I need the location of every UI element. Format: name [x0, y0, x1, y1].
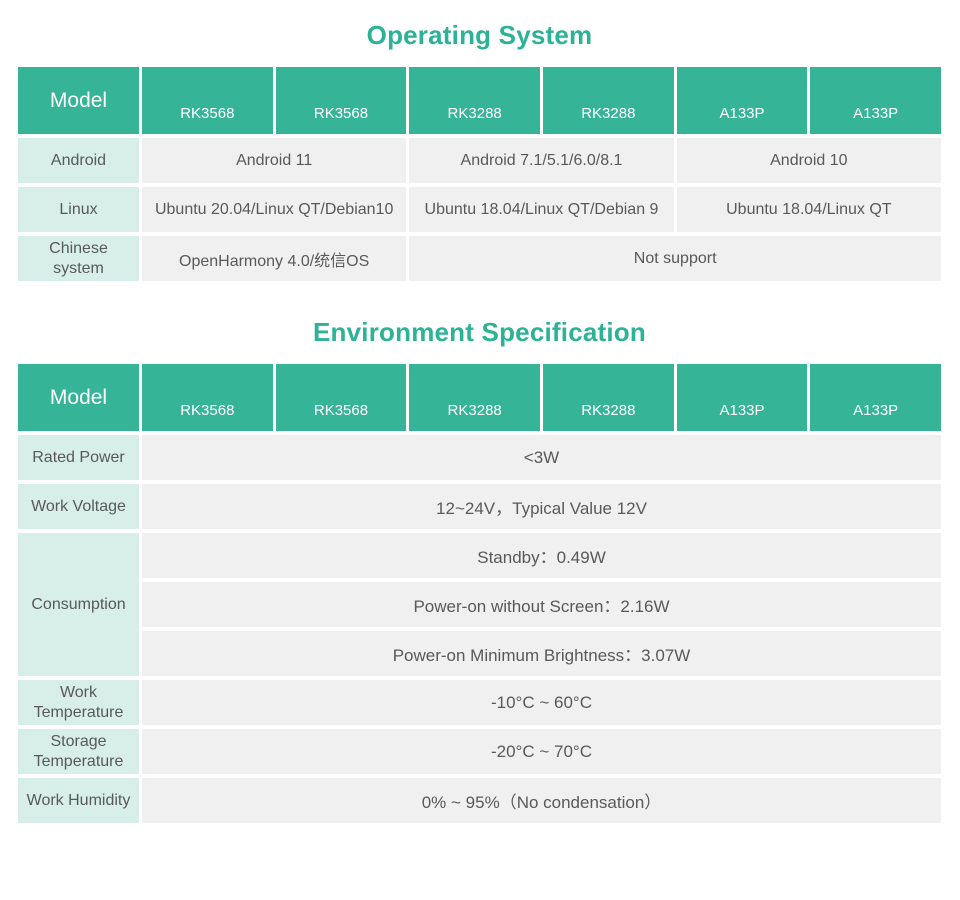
os-cell-linux-rk3288: Ubuntu 18.04/Linux QT/Debian 9 [409, 187, 673, 232]
env-header-col-rk3288-2: RK3288 [543, 364, 674, 431]
os-header-model-cell: Model [18, 67, 139, 134]
os-header-col-a133p-1: A133P [677, 67, 808, 134]
env-header-col-a133p-2: A133P [810, 364, 941, 431]
os-row-label-chinese-system: Chinese system [18, 236, 139, 281]
env-cell-work-voltage: 12~24V，Typical Value 12V [142, 484, 941, 529]
env-header-col-rk3568-2: RK3568 [276, 364, 407, 431]
env-header-col-rk3288-1: RK3288 [409, 364, 540, 431]
env-header-col-rk3568-1: RK3568 [142, 364, 273, 431]
env-cell-consumption-standby: Standby：0.49W [142, 533, 941, 578]
env-header-model-cell: Model [18, 364, 139, 431]
env-row-label-work-voltage: Work Voltage [18, 484, 139, 529]
os-cell-linux-rk3568: Ubuntu 20.04/Linux QT/Debian10 [142, 187, 406, 232]
os-row-label-android: Android [18, 138, 139, 183]
environment-specification-title: Environment Specification [18, 317, 941, 348]
env-cell-work-temperature: -10°C ~ 60°C [142, 680, 941, 725]
os-header-col-rk3288-1: RK3288 [409, 67, 540, 134]
os-cell-android-a133p: Android 10 [677, 138, 941, 183]
os-row-label-linux: Linux [18, 187, 139, 232]
spec-sheet-page: Operating System Model RK3568 RK3568 RK3… [0, 0, 960, 823]
operating-system-title: Operating System [18, 20, 941, 51]
env-row-label-work-temperature: Work Temperature [18, 680, 139, 725]
environment-specification-table: Model RK3568 RK3568 RK3288 RK3288 A133P … [18, 364, 941, 823]
os-cell-android-rk3568: Android 11 [142, 138, 406, 183]
env-cell-consumption-minimum-brightness: Power-on Minimum Brightness：3.07W [142, 631, 941, 676]
os-header-col-rk3568-1: RK3568 [142, 67, 273, 134]
os-header-col-rk3568-2: RK3568 [276, 67, 407, 134]
os-cell-linux-a133p: Ubuntu 18.04/Linux QT [677, 187, 941, 232]
env-row-label-rated-power: Rated Power [18, 435, 139, 480]
os-cell-chinese-not-support: Not support [409, 236, 941, 281]
env-cell-storage-temperature: -20°C ~ 70°C [142, 729, 941, 774]
os-header-col-rk3288-2: RK3288 [543, 67, 674, 134]
os-cell-android-rk3288: Android 7.1/5.1/6.0/8.1 [409, 138, 673, 183]
env-row-label-storage-temperature: Storage Temperature [18, 729, 139, 774]
os-header-col-a133p-2: A133P [810, 67, 941, 134]
os-cell-chinese-rk3568: OpenHarmony 4.0/统信OS [142, 236, 406, 281]
env-row-label-work-humidity: Work Humidity [18, 778, 139, 823]
env-row-label-consumption: Consumption [18, 533, 139, 676]
env-cell-rated-power: <3W [142, 435, 941, 480]
env-cell-consumption-power-on-no-screen: Power-on without Screen：2.16W [142, 582, 941, 627]
env-cell-work-humidity: 0% ~ 95%（No condensation） [142, 778, 941, 823]
operating-system-table: Model RK3568 RK3568 RK3288 RK3288 A133P … [18, 67, 941, 281]
env-header-col-a133p-1: A133P [677, 364, 808, 431]
